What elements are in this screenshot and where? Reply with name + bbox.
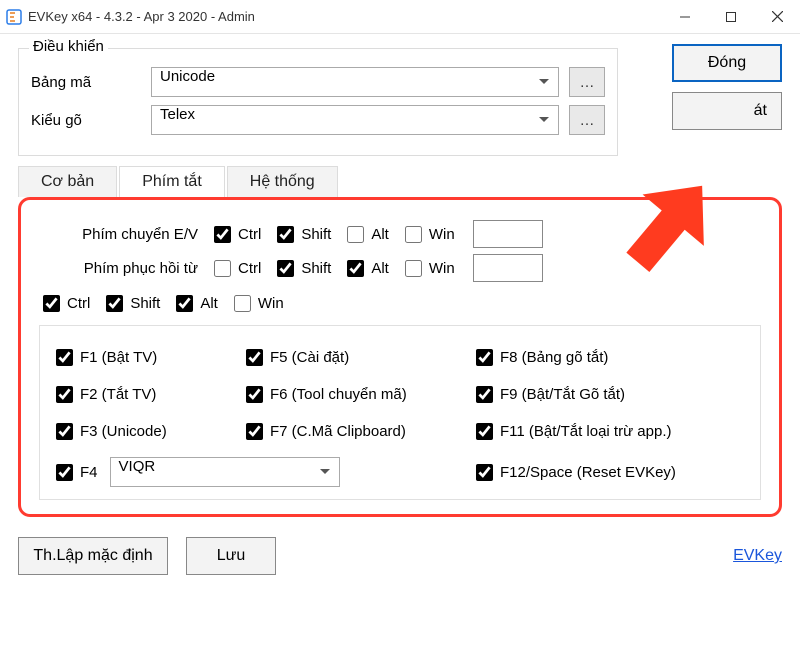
f4-check[interactable]: F4 bbox=[52, 461, 98, 484]
restore-alt[interactable]: Alt bbox=[343, 257, 389, 280]
evkey-link[interactable]: EVKey bbox=[733, 547, 782, 565]
save-button[interactable]: Lưu bbox=[186, 537, 276, 575]
ev-switch-win[interactable]: Win bbox=[401, 223, 455, 246]
ev-switch-row: Phím chuyển E/V Ctrl Shift Alt Win bbox=[39, 220, 761, 248]
kieu-go-more-button[interactable]: … bbox=[569, 105, 605, 135]
bang-ma-label: Bảng mã bbox=[31, 74, 151, 91]
tab-he-thong[interactable]: Hệ thống bbox=[227, 166, 338, 197]
ev-switch-shift[interactable]: Shift bbox=[273, 223, 331, 246]
f7-check[interactable]: F7 (C.Mã Clipboard) bbox=[242, 420, 466, 443]
control-legend: Điều khiển bbox=[29, 38, 108, 55]
restore-word-row: Phím phục hồi từ Ctrl Shift Alt Win bbox=[39, 254, 761, 282]
fkey-group: F1 (Bật TV) F5 (Cài đặt) F8 (Bảng gõ tắt… bbox=[39, 325, 761, 500]
shortcut-panel-highlight: Phím chuyển E/V Ctrl Shift Alt Win Phím … bbox=[18, 197, 782, 517]
maximize-button[interactable] bbox=[708, 0, 754, 34]
restore-ctrl[interactable]: Ctrl bbox=[210, 257, 261, 280]
tab-phim-tat[interactable]: Phím tắt bbox=[119, 166, 225, 197]
exit-button-partial[interactable]: át bbox=[672, 92, 782, 130]
global-alt[interactable]: Alt bbox=[172, 292, 218, 315]
global-mods-row: Ctrl Shift Alt Win bbox=[39, 292, 761, 315]
bang-ma-select[interactable]: Unicode bbox=[151, 67, 559, 97]
f4-encoding-value: VIQR bbox=[110, 457, 340, 487]
tabs: Cơ bản Phím tắt Hệ thống bbox=[18, 166, 782, 197]
restore-shift[interactable]: Shift bbox=[273, 257, 331, 280]
restore-key-input[interactable] bbox=[473, 254, 543, 282]
restore-word-label: Phím phục hồi từ bbox=[39, 260, 204, 277]
close-window-button[interactable] bbox=[754, 0, 800, 34]
kieu-go-label: Kiểu gõ bbox=[31, 112, 151, 129]
ev-switch-alt[interactable]: Alt bbox=[343, 223, 389, 246]
f1-check[interactable]: F1 (Bật TV) bbox=[52, 346, 236, 369]
restore-win[interactable]: Win bbox=[401, 257, 455, 280]
bang-ma-value: Unicode bbox=[151, 67, 559, 97]
save-button-label: Lưu bbox=[217, 547, 246, 565]
window-title: EVKey x64 - 4.3.2 - Apr 3 2020 - Admin bbox=[28, 9, 255, 24]
global-shift[interactable]: Shift bbox=[102, 292, 160, 315]
exit-button-label: át bbox=[754, 102, 767, 120]
f12-check[interactable]: F12/Space (Reset EVKey) bbox=[472, 457, 756, 487]
control-group: Điều khiển Bảng mã Unicode … Kiểu gõ Tel… bbox=[18, 48, 618, 156]
default-button-label: Th.Lập mặc định bbox=[33, 547, 152, 565]
f2-check[interactable]: F2 (Tắt TV) bbox=[52, 383, 236, 406]
ev-switch-ctrl[interactable]: Ctrl bbox=[210, 223, 261, 246]
app-icon bbox=[6, 9, 22, 25]
titlebar: EVKey x64 - 4.3.2 - Apr 3 2020 - Admin bbox=[0, 0, 800, 34]
kieu-go-select[interactable]: Telex bbox=[151, 105, 559, 135]
default-button[interactable]: Th.Lập mặc định bbox=[18, 537, 168, 575]
f3-check[interactable]: F3 (Unicode) bbox=[52, 420, 236, 443]
tab-co-ban[interactable]: Cơ bản bbox=[18, 166, 117, 197]
kieu-go-value: Telex bbox=[151, 105, 559, 135]
dong-button-label: Đóng bbox=[708, 54, 746, 72]
f5-check[interactable]: F5 (Cài đặt) bbox=[242, 346, 466, 369]
f8-check[interactable]: F8 (Bảng gõ tắt) bbox=[472, 346, 756, 369]
f6-check[interactable]: F6 (Tool chuyển mã) bbox=[242, 383, 466, 406]
footer: Th.Lập mặc định Lưu EVKey bbox=[0, 527, 800, 575]
global-ctrl[interactable]: Ctrl bbox=[39, 292, 90, 315]
global-win[interactable]: Win bbox=[230, 292, 284, 315]
f4-encoding-select[interactable]: VIQR bbox=[110, 457, 340, 487]
ev-switch-key-input[interactable] bbox=[473, 220, 543, 248]
f11-check[interactable]: F11 (Bật/Tắt loại trừ app.) bbox=[472, 420, 756, 443]
ev-switch-label: Phím chuyển E/V bbox=[39, 226, 204, 243]
minimize-button[interactable] bbox=[662, 0, 708, 34]
dong-button[interactable]: Đóng bbox=[672, 44, 782, 82]
f9-check[interactable]: F9 (Bật/Tắt Gõ tắt) bbox=[472, 383, 756, 406]
bang-ma-more-button[interactable]: … bbox=[569, 67, 605, 97]
